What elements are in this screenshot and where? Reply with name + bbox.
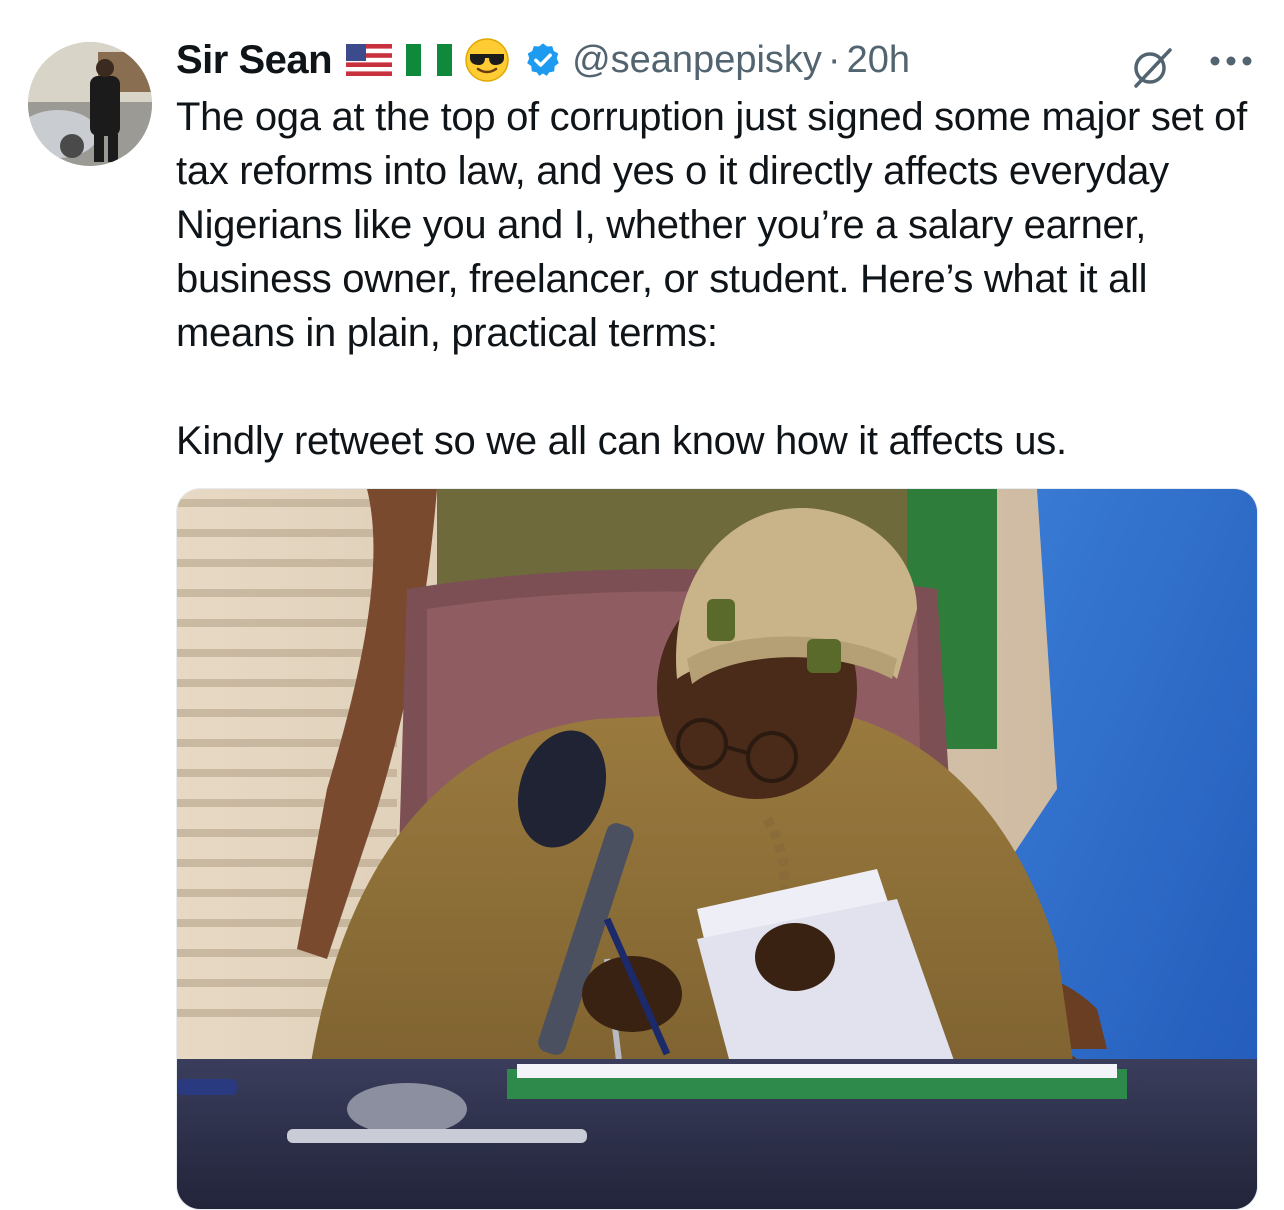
tweet-header: Sir Sean @seanpepisky · 20h (176, 34, 1266, 86)
tweet[interactable]: Sir Sean @seanpepisky · 20h The oga at t… (0, 0, 1284, 1210)
us-flag-icon (346, 44, 393, 76)
grok-icon[interactable] (1128, 42, 1176, 95)
header-separator: · (827, 38, 841, 81)
tweet-text: The oga at the top of corruption just si… (176, 90, 1266, 468)
nigeria-flag-icon (406, 44, 453, 76)
sunglasses-face-icon (464, 37, 510, 83)
verified-badge-icon[interactable] (524, 41, 562, 79)
author-display-name[interactable]: Sir Sean (176, 38, 333, 83)
author-avatar[interactable] (28, 42, 152, 166)
tweet-timestamp[interactable]: 20h (847, 39, 910, 82)
more-icon[interactable] (1208, 50, 1254, 77)
tweet-photo[interactable] (176, 488, 1258, 1210)
tweet-text-paragraph: The oga at the top of corruption just si… (176, 95, 1247, 355)
author-handle[interactable]: @seanpepisky (572, 39, 822, 82)
tweet-text-paragraph: Kindly retweet so we all can know how it… (176, 419, 1067, 463)
